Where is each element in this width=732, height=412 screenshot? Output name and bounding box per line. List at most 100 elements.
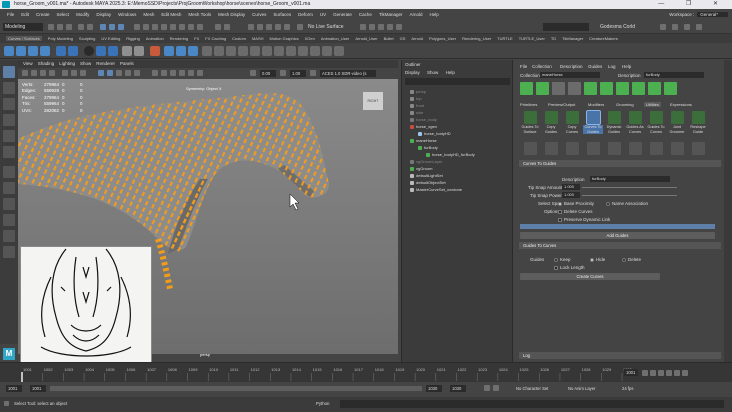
shelf-tab[interactable]: Poly Modeling (48, 36, 73, 41)
insert-knot-icon[interactable] (226, 46, 236, 56)
select-by-render-icon[interactable] (188, 24, 194, 30)
ep-curve-icon[interactable] (122, 46, 132, 56)
window-controls[interactable]: — ❐ ✕ (658, 0, 728, 9)
xgen-menu-item[interactable]: File (520, 64, 527, 69)
lasso-tool-icon[interactable] (3, 82, 15, 94)
scale-tool-icon[interactable] (3, 146, 15, 158)
curves-to-guides-icon[interactable] (586, 110, 601, 125)
menu-item[interactable]: Display (96, 12, 111, 17)
start-time-field[interactable]: 1001 (6, 385, 22, 392)
fillet-curve-icon[interactable] (274, 46, 284, 56)
gamma-field[interactable]: 1.00 (290, 70, 306, 77)
xgen-menu-item[interactable]: Guides (588, 64, 602, 69)
arnold-render-view-icon[interactable] (396, 24, 402, 30)
select-by-dynamics-icon[interactable] (179, 24, 185, 30)
tip-snap-amount-field[interactable]: 1.000 (562, 184, 580, 190)
shelf-tab[interactable]: Animation_User (321, 36, 349, 41)
menu-item[interactable]: Edit Mesh (161, 12, 181, 17)
film-gate-icon[interactable] (71, 70, 77, 76)
outliner-item[interactable]: horse_xgen (410, 124, 437, 129)
color-management-icon[interactable] (310, 70, 316, 76)
persp-outliner-layout-icon[interactable] (3, 198, 15, 210)
tab-modifiers[interactable]: Modifiers (588, 102, 604, 107)
shelf-tab[interactable]: FX Caching (205, 36, 226, 41)
guides-to-curves-section-header[interactable]: Guides To Curves (519, 242, 721, 249)
log-section-header[interactable]: Log (519, 352, 721, 359)
dynamic-guides-icon[interactable] (608, 111, 621, 124)
menu-item[interactable]: Curves (252, 12, 266, 17)
channel-box-toggle-icon[interactable] (696, 24, 702, 30)
curves-to-guides-section-header[interactable]: Curves To Guides (519, 160, 721, 167)
auto-key-icon[interactable] (493, 385, 499, 391)
shelf-tab[interactable]: MASH (252, 36, 264, 41)
shelf-tab[interactable]: Animation (146, 36, 164, 41)
untrim-icon[interactable] (322, 46, 332, 56)
camera-attributes-icon[interactable] (31, 70, 37, 76)
outliner-layout-icon[interactable] (3, 230, 15, 242)
reverse-curve-icon[interactable] (250, 46, 260, 56)
select-tool-icon[interactable] (3, 66, 15, 78)
rebuild-curve-icon[interactable] (238, 46, 248, 56)
go-to-start-icon[interactable] (642, 370, 648, 376)
sculpt-guides-icon[interactable] (600, 82, 613, 95)
workspace-selector[interactable]: Workspace : General* (669, 12, 728, 17)
shelf-tab[interactable]: TURTLE (497, 36, 512, 41)
snap-to-curve-icon[interactable] (257, 24, 263, 30)
circle-curve-icon[interactable] (84, 46, 94, 56)
sculpt-geometry-icon[interactable] (334, 46, 344, 56)
guide-tool-icon[interactable] (671, 142, 684, 155)
lock-length-checkbox[interactable]: Lock Length (554, 265, 585, 270)
copy-curves-icon[interactable] (566, 111, 579, 124)
guide-tool-icon[interactable] (629, 142, 642, 155)
outliner-menu-item[interactable]: Display (405, 70, 420, 75)
add-guide-icon[interactable] (584, 82, 597, 95)
menu-item[interactable]: Mesh (143, 12, 154, 17)
project-curve-icon[interactable] (298, 46, 308, 56)
hide-radio[interactable]: Hide (590, 257, 605, 262)
exposure-field[interactable]: 0.00 (260, 70, 276, 77)
character-set-dropdown[interactable]: No Character Set (514, 385, 558, 392)
workspace-dropdown[interactable]: General* (697, 12, 728, 17)
viewport-menu-item[interactable]: Renderer (96, 60, 115, 68)
rotate-tool-icon[interactable] (3, 130, 15, 142)
snap-to-grid-icon[interactable] (248, 24, 254, 30)
xray-icon[interactable] (152, 70, 158, 76)
revolve-icon[interactable] (150, 46, 160, 56)
view-transform-dropdown[interactable]: ACES 1.0 SDR-video (s (320, 70, 376, 77)
shelf-tab[interactable]: GS (400, 36, 406, 41)
end-time-field[interactable]: 1030 (450, 385, 466, 392)
toggle-guide-display-icon[interactable] (632, 82, 645, 95)
reshape-guide-icon[interactable] (692, 111, 705, 124)
menu-item[interactable]: Generate (333, 12, 352, 17)
shelf-tab[interactable]: CreatureMakers (589, 36, 618, 41)
tip-snap-power-slider[interactable] (582, 195, 677, 196)
guide-tool-icon[interactable] (566, 142, 579, 155)
base-proximity-radio[interactable]: Base Proximity (558, 201, 594, 206)
go-to-end-icon[interactable] (682, 370, 688, 376)
current-frame-field[interactable]: 1001 (624, 369, 638, 376)
copy-guides-icon[interactable] (545, 111, 558, 124)
viewport-menu-item[interactable]: View (23, 60, 33, 68)
lights-icon[interactable] (125, 70, 131, 76)
view-cube[interactable]: RIGHT (363, 92, 383, 110)
construction-history-icon[interactable] (297, 24, 303, 30)
paint-select-tool-icon[interactable] (3, 98, 15, 110)
shelf-tab[interactable]: Rigging (126, 36, 140, 41)
outliner-item[interactable]: furBody (418, 145, 438, 150)
xgen-menu-item[interactable]: Description (560, 64, 583, 69)
outliner-item[interactable]: side (410, 110, 423, 115)
rebuild-guides-icon[interactable] (648, 82, 661, 95)
create-curves-button[interactable]: Create Curves (520, 273, 660, 280)
guides-as-curves-icon[interactable] (629, 111, 642, 124)
menu-item[interactable]: Edit (21, 12, 29, 17)
outliner-item[interactable]: front (410, 103, 424, 108)
menu-item[interactable]: Surfaces (273, 12, 291, 17)
wireframe-icon[interactable] (98, 70, 104, 76)
ipr-render-icon[interactable] (369, 24, 375, 30)
shelf-tab[interactable]: TikManager (562, 36, 583, 41)
menu-item[interactable]: Mesh Display (218, 12, 245, 17)
shelf-tab[interactable]: Curves / Surfaces (6, 36, 42, 41)
xgen-menu-item[interactable]: Help (622, 64, 631, 69)
command-input[interactable] (340, 400, 724, 408)
shelf-tab[interactable]: XGen (305, 36, 315, 41)
